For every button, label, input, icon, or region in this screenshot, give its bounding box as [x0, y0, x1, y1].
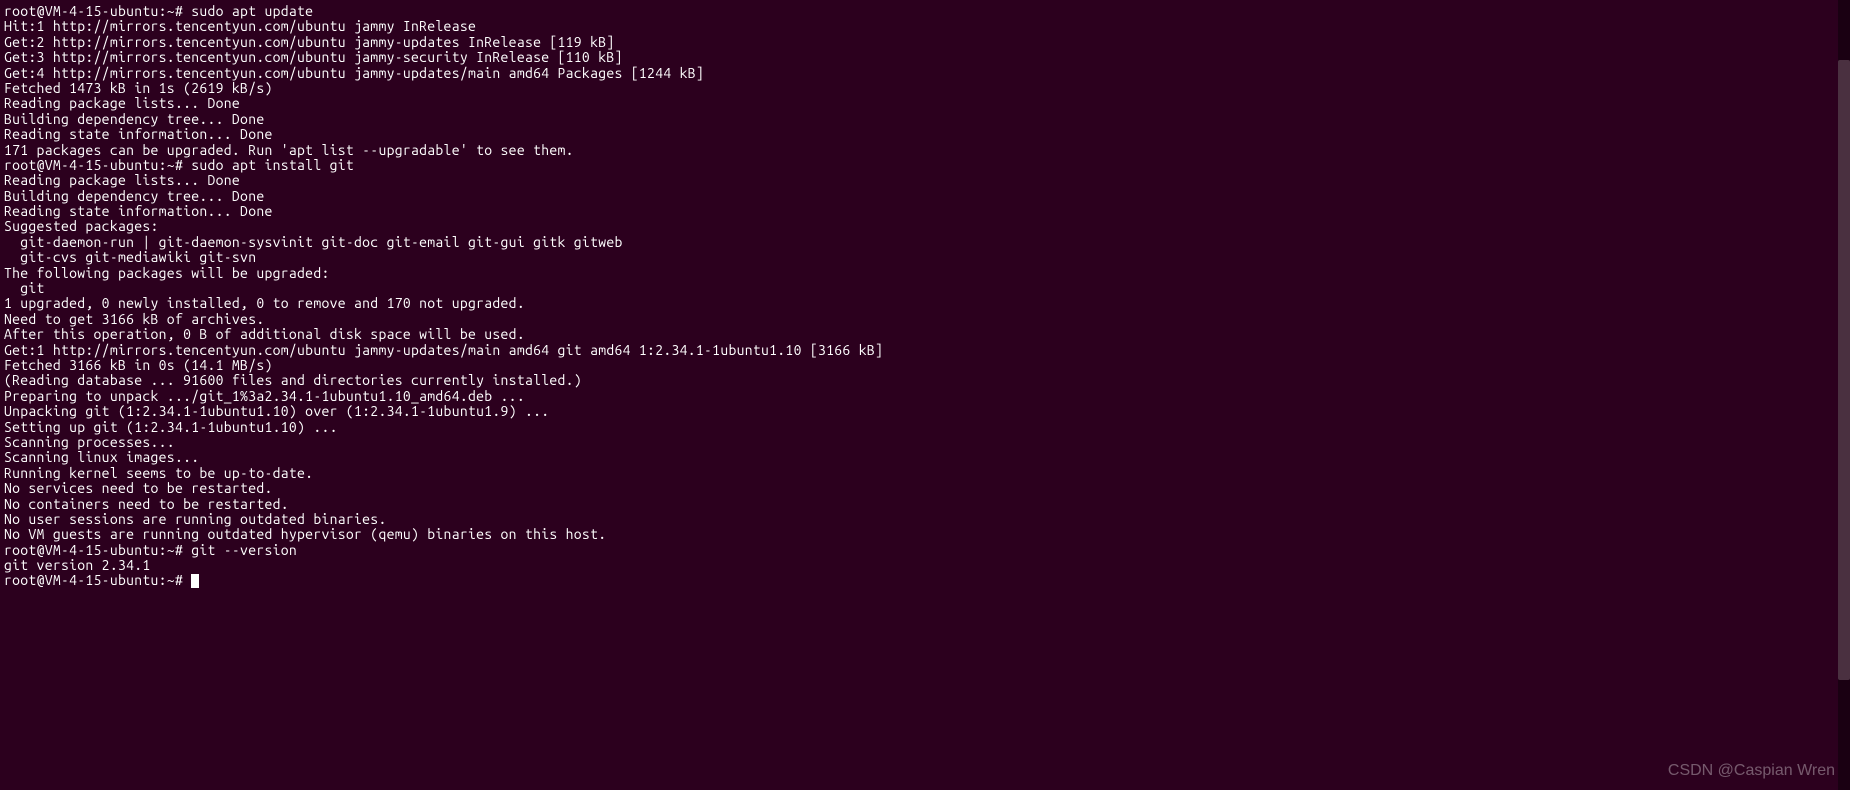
terminal-line: Reading state information... Done [4, 204, 1846, 219]
terminal-line: No user sessions are running outdated bi… [4, 512, 1846, 527]
terminal-line: git [4, 281, 1846, 296]
terminal-line: git-cvs git-mediawiki git-svn [4, 250, 1846, 265]
terminal-line: Get:3 http://mirrors.tencentyun.com/ubun… [4, 50, 1846, 65]
terminal-line: No services need to be restarted. [4, 481, 1846, 496]
terminal-line: root@VM-4-15-ubuntu:~# sudo apt update [4, 4, 1846, 19]
terminal-line: Scanning processes... [4, 435, 1846, 450]
terminal-line: 171 packages can be upgraded. Run 'apt l… [4, 143, 1846, 158]
terminal-line: Reading package lists... Done [4, 96, 1846, 111]
terminal-line: root@VM-4-15-ubuntu:~# sudo apt install … [4, 158, 1846, 173]
scrollbar-thumb[interactable] [1838, 60, 1850, 680]
terminal-line: Fetched 1473 kB in 1s (2619 kB/s) [4, 81, 1846, 96]
terminal-line: After this operation, 0 B of additional … [4, 327, 1846, 342]
terminal-line: Running kernel seems to be up-to-date. [4, 466, 1846, 481]
watermark-text: CSDN @Caspian Wren [1668, 762, 1835, 780]
terminal-line: git-daemon-run | git-daemon-sysvinit git… [4, 235, 1846, 250]
terminal-line: Get:1 http://mirrors.tencentyun.com/ubun… [4, 343, 1846, 358]
terminal-cursor [191, 574, 199, 588]
terminal-line: Scanning linux images... [4, 450, 1846, 465]
terminal-line: Need to get 3166 kB of archives. [4, 312, 1846, 327]
terminal-line: Building dependency tree... Done [4, 189, 1846, 204]
terminal-line: The following packages will be upgraded: [4, 266, 1846, 281]
terminal-line: No containers need to be restarted. [4, 497, 1846, 512]
terminal-line: Building dependency tree... Done [4, 112, 1846, 127]
terminal-line: Get:4 http://mirrors.tencentyun.com/ubun… [4, 66, 1846, 81]
terminal-line: root@VM-4-15-ubuntu:~# [4, 573, 1846, 588]
terminal-line: Setting up git (1:2.34.1-1ubuntu1.10) ..… [4, 420, 1846, 435]
terminal-line: 1 upgraded, 0 newly installed, 0 to remo… [4, 296, 1846, 311]
terminal-line: Hit:1 http://mirrors.tencentyun.com/ubun… [4, 19, 1846, 34]
terminal-line: Reading state information... Done [4, 127, 1846, 142]
terminal-line: root@VM-4-15-ubuntu:~# git --version [4, 543, 1846, 558]
scrollbar-track[interactable] [1838, 0, 1850, 790]
terminal-line: Reading package lists... Done [4, 173, 1846, 188]
terminal-line: (Reading database ... 91600 files and di… [4, 373, 1846, 388]
terminal-output[interactable]: root@VM-4-15-ubuntu:~# sudo apt updateHi… [4, 4, 1846, 589]
terminal-line: Fetched 3166 kB in 0s (14.1 MB/s) [4, 358, 1846, 373]
terminal-line: Preparing to unpack .../git_1%3a2.34.1-1… [4, 389, 1846, 404]
terminal-line: No VM guests are running outdated hyperv… [4, 527, 1846, 542]
terminal-line: Get:2 http://mirrors.tencentyun.com/ubun… [4, 35, 1846, 50]
terminal-line: Unpacking git (1:2.34.1-1ubuntu1.10) ove… [4, 404, 1846, 419]
terminal-line: Suggested packages: [4, 219, 1846, 234]
terminal-line: git version 2.34.1 [4, 558, 1846, 573]
